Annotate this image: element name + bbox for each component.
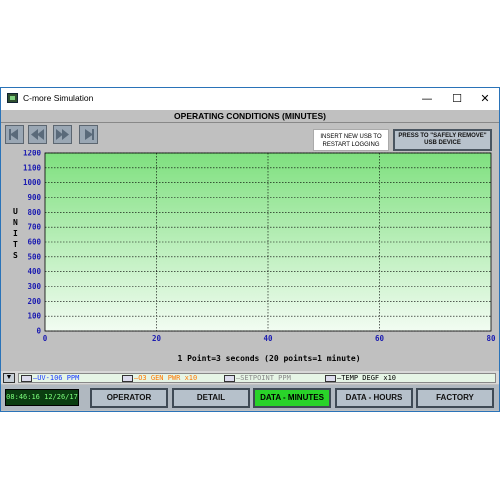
y-tick-label: 1100 [23,163,42,172]
legend-item[interactable]: —UV-106 PPM [21,374,79,383]
legend-toggle-icon[interactable]: ▼ [3,373,15,383]
app-window: C-more Simulation — ☐ ✕ OPERATING CONDIT… [0,87,500,412]
trend-chart: 0100200300400500600700800900100011001200… [13,150,496,363]
usb-button-line: PRESS TO "SAFELY REMOVE" [398,133,487,139]
y-tick-label: 400 [27,267,41,276]
y-tick-label: 1000 [23,178,42,187]
x-tick-label: 80 [486,334,496,343]
tab-factory[interactable]: FACTORY [416,388,494,408]
screen-title: OPERATING CONDITIONS (MINUTES) [1,110,499,123]
legend-item[interactable]: —TEMP DEGF x10 [325,374,396,383]
y-tick-label: 500 [27,252,41,261]
left-end-icon[interactable] [5,125,24,144]
usb-button-line: USB DEVICE [424,140,461,146]
usb-info-line: RESTART LOGGING [322,142,380,148]
tab-operator[interactable]: OPERATOR [90,388,168,408]
legend-item[interactable]: —O3 GEN PWR x10 [122,374,197,383]
x-tick-label: 0 [43,334,48,343]
legend-strip: —UV-106 PPM —O3 GEN PWR x10 —SETPOINT PP… [18,373,496,383]
legend-item[interactable]: —SETPOINT PPM [224,374,291,383]
legend-label: O3 GEN PWR x10 [138,374,198,382]
y-axis-label: UNITS [13,207,18,260]
legend-chip-icon [122,374,133,382]
y-tick-label: 300 [27,282,41,291]
usb-info-text: INSERT NEW USB TO RESTART LOGGING [313,129,389,151]
bottom-bar: 08:46:16 12/26/17 OPERATOR DETAIL DATA -… [1,385,499,410]
x-tick-label: 60 [375,334,385,343]
x-tick-label: 40 [263,334,273,343]
safely-remove-usb-button[interactable]: PRESS TO "SAFELY REMOVE" USB DEVICE [393,129,492,151]
y-tick-label: 900 [27,193,41,202]
y-tick-label: 700 [27,223,41,232]
legend-label: UV-106 PPM [37,374,80,382]
tab-data-hours[interactable]: DATA - HOURS [335,388,413,408]
y-tick-label: 100 [27,312,41,321]
y-tick-label: 600 [27,238,41,247]
maximize-icon[interactable]: ☐ [443,91,471,107]
y-tick-label: 1200 [23,150,42,158]
legend-label: TEMP DEGF x10 [341,374,397,382]
y-tick-label: 200 [27,297,41,306]
clock-display: 08:46:16 12/26/17 [5,389,79,406]
legend-label: SETPOINT PPM [240,374,291,382]
x-axis-label: 1 Point=3 seconds (20 points=1 minute) [177,353,360,363]
right-end-icon[interactable] [79,125,98,144]
tab-data-minutes[interactable]: DATA - MINUTES [253,388,331,408]
minimize-icon[interactable]: — [413,91,441,107]
tab-detail[interactable]: DETAIL [172,388,250,408]
rewind-icon[interactable] [28,125,47,144]
y-tick-label: 800 [27,208,41,217]
legend-chip-icon [325,374,336,382]
y-tick-label: 0 [36,327,41,336]
app-icon [7,93,18,103]
legend-bar: ▼ —UV-106 PPM —O3 GEN PWR x10 —SETPOINT … [1,371,499,384]
usb-info-line: INSERT NEW USB TO [320,134,382,140]
close-icon[interactable]: ✕ [471,91,499,107]
window-title: C-more Simulation [23,93,94,103]
title-bar: C-more Simulation — ☐ ✕ [1,88,499,110]
fast-forward-icon[interactable] [53,125,72,144]
x-tick-label: 20 [152,334,162,343]
legend-chip-icon [224,374,235,382]
legend-chip-icon [21,374,32,382]
